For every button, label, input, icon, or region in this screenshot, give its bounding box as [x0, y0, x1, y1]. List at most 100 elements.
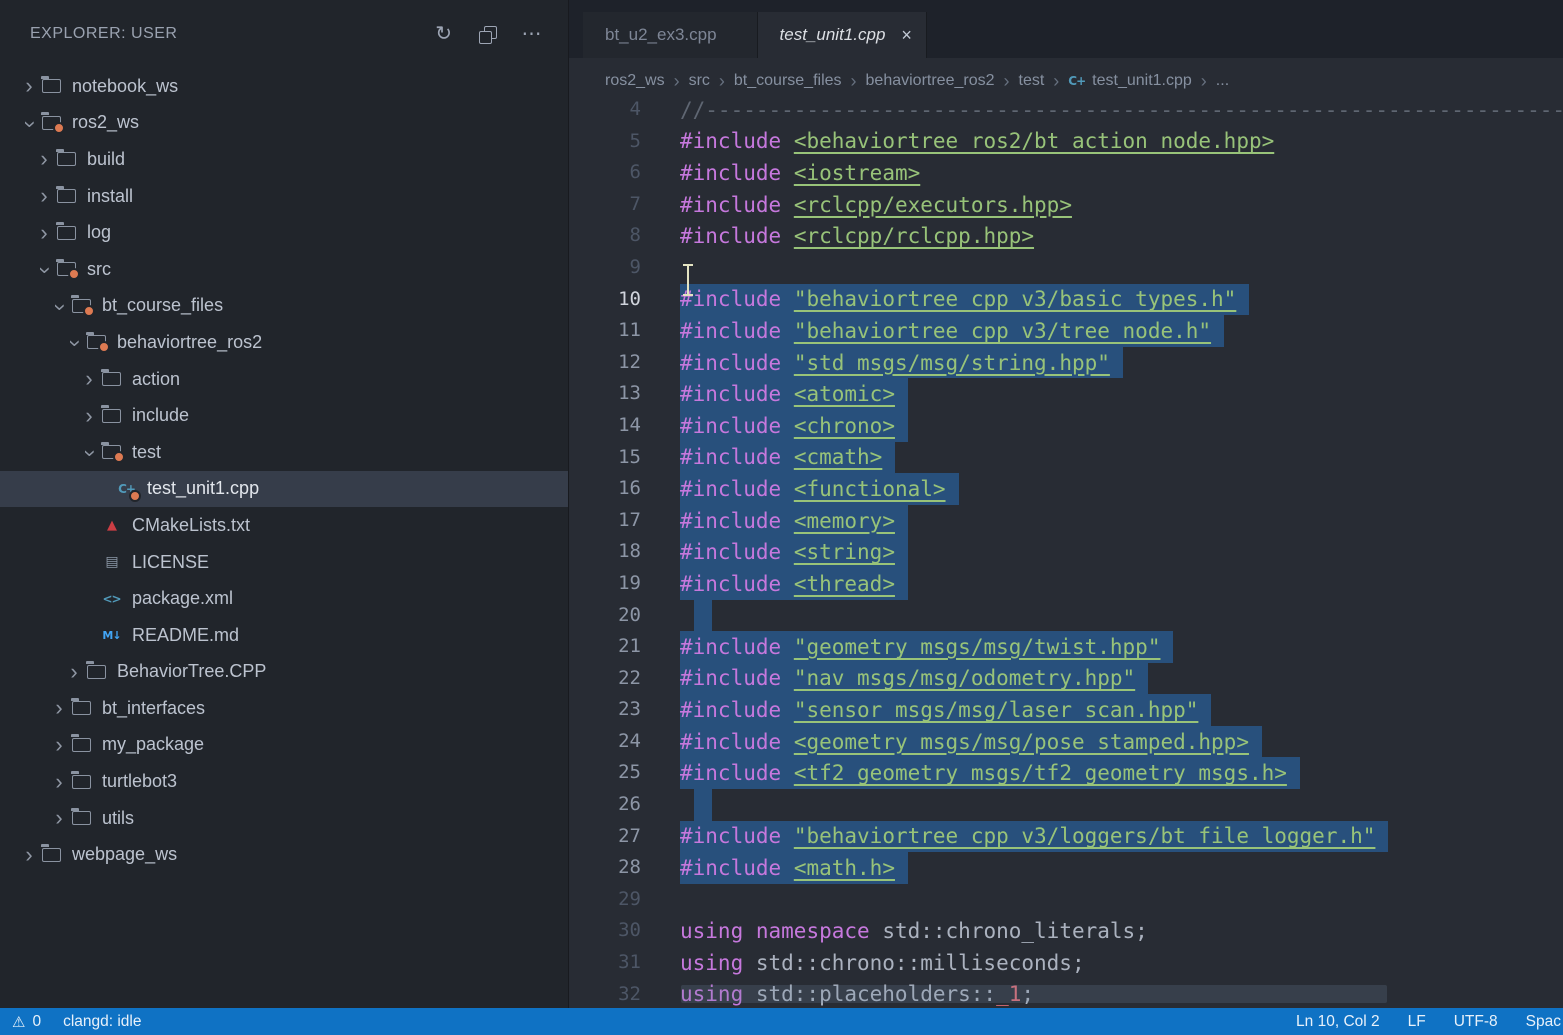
chevron-collapsed-icon[interactable]: › — [76, 366, 102, 392]
tree-item-install[interactable]: ›install — [0, 178, 568, 215]
code-token: <chrono> — [794, 414, 895, 438]
code-line-22[interactable]: 22#include "nav_msgs/msg/odometry.hpp" — [569, 663, 1563, 695]
code-line-6[interactable]: 6#include <iostream> — [569, 157, 1563, 189]
chevron-expanded-icon[interactable]: › — [32, 258, 58, 284]
code-line-5[interactable]: 5#include <behaviortree_ros2/bt_action_n… — [569, 126, 1563, 158]
chevron-collapsed-icon[interactable]: › — [46, 732, 72, 758]
chevron-collapsed-icon[interactable]: › — [31, 183, 57, 209]
encoding-indicator[interactable]: UTF-8 — [1454, 1013, 1498, 1031]
breadcrumb-item-src[interactable]: src — [689, 72, 710, 90]
code-editor[interactable]: 4//-------------------------------------… — [569, 94, 1563, 1008]
tree-item-README.md[interactable]: M↓README.md — [0, 617, 568, 654]
code-line-9[interactable]: 9 — [569, 252, 1563, 284]
code-line-26[interactable]: 26 — [569, 789, 1563, 821]
chevron-expanded-icon[interactable]: › — [47, 294, 73, 320]
tree-item-label: bt_course_files — [102, 295, 223, 316]
code-line-10[interactable]: 10#include "behaviortree_cpp_v3/basic_ty… — [569, 284, 1563, 316]
warning-count: 0 — [32, 1013, 41, 1031]
chevron-expanded-icon[interactable]: › — [17, 111, 43, 137]
chevron-collapsed-icon[interactable]: › — [61, 659, 87, 685]
tree-item-behaviortree_ros2[interactable]: ›behaviortree_ros2 — [0, 324, 568, 361]
code-line-18[interactable]: 18#include <string> — [569, 536, 1563, 568]
chevron-collapsed-icon[interactable]: › — [31, 220, 57, 246]
code-text: #include <behaviortree_ros2/bt_action_no… — [680, 126, 1274, 158]
code-line-12[interactable]: 12#include "std_msgs/msg/string.hpp" — [569, 347, 1563, 379]
breadcrumb-item-test_unit1.cpp[interactable]: test_unit1.cpp — [1092, 72, 1192, 90]
code-line-30[interactable]: 30using namespace std::chrono_literals; — [569, 915, 1563, 947]
chevron-expanded-icon[interactable]: › — [62, 331, 88, 357]
tree-item-package.xml[interactable]: <>package.xml — [0, 580, 568, 617]
tree-item-my_package[interactable]: ›my_package — [0, 727, 568, 764]
chevron-collapsed-icon[interactable]: › — [46, 805, 72, 831]
tree-item-BehaviorTree.CPP[interactable]: ›BehaviorTree.CPP — [0, 654, 568, 691]
code-line-19[interactable]: 19#include <thread> — [569, 568, 1563, 600]
close-icon[interactable]: × — [901, 25, 912, 46]
collapse-folders-icon[interactable] — [479, 26, 496, 43]
code-line-21[interactable]: 21#include "geometry_msgs/msg/twist.hpp" — [569, 631, 1563, 663]
tree-item-label: log — [87, 222, 111, 243]
tree-item-test_unit1.cpp[interactable]: C+test_unit1.cpp — [0, 471, 568, 508]
code-line-7[interactable]: 7#include <rclcpp/executors.hpp> — [569, 189, 1563, 221]
tree-item-turtlebot3[interactable]: ›turtlebot3 — [0, 763, 568, 800]
tree-item-LICENSE[interactable]: ▤LICENSE — [0, 544, 568, 581]
tree-item-notebook_ws[interactable]: ›notebook_ws — [0, 68, 568, 105]
code-line-29[interactable]: 29 — [569, 884, 1563, 916]
clangd-status[interactable]: clangd: idle — [63, 1013, 141, 1031]
refresh-icon[interactable]: ↻ — [435, 24, 452, 44]
line-number: 16 — [569, 473, 641, 505]
code-line-14[interactable]: 14#include <chrono> — [569, 410, 1563, 442]
code-line-28[interactable]: 28#include <math.h> — [569, 852, 1563, 884]
code-line-20[interactable]: 20 — [569, 600, 1563, 632]
tree-item-utils[interactable]: ›utils — [0, 800, 568, 837]
tree-item-src[interactable]: ›src — [0, 251, 568, 288]
chevron-collapsed-icon[interactable]: › — [16, 842, 42, 868]
breadcrumb-separator-icon: › — [851, 71, 857, 92]
breadcrumb-item-...[interactable]: ... — [1216, 72, 1229, 90]
tree-item-CMakeLists.txt[interactable]: ▲CMakeLists.txt — [0, 507, 568, 544]
chevron-collapsed-icon[interactable]: › — [16, 73, 42, 99]
eol-indicator[interactable]: LF — [1408, 1013, 1426, 1031]
code-line-23[interactable]: 23#include "sensor_msgs/msg/laser_scan.h… — [569, 694, 1563, 726]
problems-indicator[interactable]: ⚠ 0 — [12, 1013, 41, 1031]
chevron-collapsed-icon[interactable]: › — [46, 769, 72, 795]
code-token: <behaviortree_ros2/bt_action_node.hpp> — [794, 129, 1274, 153]
tab-test_unit1-cpp[interactable]: test_unit1.cpp × — [758, 12, 927, 58]
chevron-expanded-icon[interactable]: › — [77, 441, 103, 467]
tree-item-bt_interfaces[interactable]: ›bt_interfaces — [0, 690, 568, 727]
tree-item-bt_course_files[interactable]: › bt_course_files — [0, 288, 568, 325]
code-line-31[interactable]: 31using std::chrono::milliseconds; — [569, 947, 1563, 979]
code-line-27[interactable]: 27#include "behaviortree_cpp_v3/loggers/… — [569, 821, 1563, 853]
chevron-collapsed-icon[interactable]: › — [31, 146, 57, 172]
tree-item-log[interactable]: › log — [0, 214, 568, 251]
chevron-collapsed-icon[interactable]: › — [76, 403, 102, 429]
code-line-16[interactable]: 16#include <functional> — [569, 473, 1563, 505]
chevron-collapsed-icon[interactable]: › — [46, 695, 72, 721]
tree-item-build[interactable]: ›build — [0, 141, 568, 178]
code-line-17[interactable]: 17#include <memory> — [569, 505, 1563, 537]
tree-item-include[interactable]: › include — [0, 397, 568, 434]
code-line-11[interactable]: 11#include "behaviortree_cpp_v3/tree_nod… — [569, 315, 1563, 347]
tree-item-ros2_ws[interactable]: ›ros2_ws — [0, 105, 568, 142]
code-line-25[interactable]: 25#include <tf2_geometry_msgs/tf2_geomet… — [569, 757, 1563, 789]
more-actions-icon[interactable]: ⋯ — [522, 24, 543, 44]
breadcrumb-item-ros2_ws[interactable]: ros2_ws — [605, 72, 665, 90]
code-line-24[interactable]: 24#include <geometry_msgs/msg/pose_stamp… — [569, 726, 1563, 758]
code-line-4[interactable]: 4//-------------------------------------… — [569, 94, 1563, 126]
breadcrumb-item-bt_course_files[interactable]: bt_course_files — [734, 72, 842, 90]
breadcrumb-item-test[interactable]: test — [1019, 72, 1045, 90]
folder-icon — [57, 189, 76, 203]
cursor-position[interactable]: Ln 10, Col 2 — [1296, 1013, 1380, 1031]
tree-item-test[interactable]: › test — [0, 434, 568, 471]
code-line-15[interactable]: 15#include <cmath> — [569, 442, 1563, 474]
breadcrumb-item-behaviortree_ros2[interactable]: behaviortree_ros2 — [866, 72, 995, 90]
code-line-13[interactable]: 13#include <atomic> — [569, 378, 1563, 410]
tab-bt_u2_ex3-cpp[interactable]: bt_u2_ex3.cpp — [583, 12, 758, 58]
code-line-8[interactable]: 8#include <rclcpp/rclcpp.hpp> — [569, 220, 1563, 252]
tree-item-label: include — [132, 405, 189, 426]
indent-indicator[interactable]: Spac — [1526, 1013, 1561, 1031]
horizontal-scrollbar[interactable] — [681, 985, 1387, 1003]
tree-item-webpage_ws[interactable]: ›webpage_ws — [0, 836, 568, 873]
tree-item-label: test — [132, 442, 161, 463]
tree-item-action[interactable]: ›action — [0, 361, 568, 398]
vscode-window: EXPLORER: USER ↻ ⋯ ›notebook_ws›ros2_ws›… — [0, 0, 1563, 1008]
